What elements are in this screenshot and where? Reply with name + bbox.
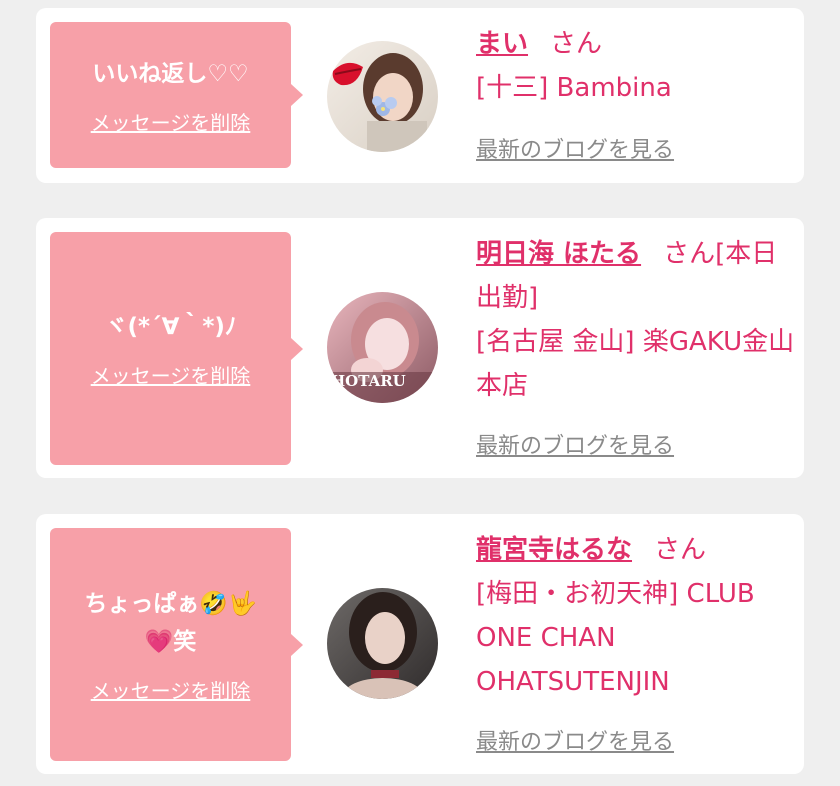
message-bubble: いいね返し♡♡ メッセージを削除 — [50, 22, 291, 168]
message-card: ヾ(*´∀｀*)ﾉ メッセージを削除 HOTARU 明日海 ほたる さん[本日出… — [36, 218, 804, 478]
avatar-caption: HOTARU — [331, 372, 406, 390]
user-name-link[interactable]: まい — [476, 29, 528, 59]
avatar-photo: HOTARU — [327, 292, 438, 403]
user-info: まい さん [十三] Bambina — [476, 22, 796, 110]
message-text: ちょっぱぁ🤣🤟💗笑 — [84, 591, 257, 655]
message-card: ちょっぱぁ🤣🤟💗笑 メッセージを削除 龍宮寺はるな さん [梅田・お初天神] C… — [36, 514, 804, 774]
user-name-link[interactable]: 龍宮寺はるな — [476, 535, 632, 565]
avatar[interactable]: HOTARU — [327, 292, 438, 403]
avatar-photo — [327, 588, 438, 699]
honorific: さん — [654, 535, 707, 565]
message-text: ヾ(*´∀｀*)ﾉ — [104, 314, 237, 340]
user-info: 明日海 ほたる さん[本日出勤] [名古屋 金山] 楽GAKU金山本店 — [476, 232, 796, 408]
avatar-photo — [327, 41, 438, 152]
message-list: いいね返し♡♡ メッセージを削除 まい さん [十三] Bambina 最新のブ… — [0, 0, 840, 786]
latest-blog-link[interactable]: 最新のブログを見る — [476, 724, 674, 756]
user-info: 龍宮寺はるな さん [梅田・お初天神] CLUB ONE CHAN OHATSUT… — [476, 528, 796, 704]
name-line: 明日海 ほたる さん[本日出勤] — [476, 232, 796, 320]
shop-name: [名古屋 金山] 楽GAKU金山本店 — [476, 327, 795, 401]
message-text: いいね返し♡♡ — [92, 60, 249, 87]
shop-name: [十三] Bambina — [476, 73, 672, 103]
message-bubble: ちょっぱぁ🤣🤟💗笑 メッセージを削除 — [50, 528, 291, 761]
shop-name: [梅田・お初天神] CLUB ONE CHAN OHATSUTENJIN — [476, 579, 755, 697]
honorific: さん — [550, 29, 603, 59]
message-bubble: ヾ(*´∀｀*)ﾉ メッセージを削除 — [50, 232, 291, 465]
latest-blog-link[interactable]: 最新のブログを見る — [476, 428, 674, 460]
name-line: まい さん — [476, 22, 796, 66]
user-name-link[interactable]: 明日海 ほたる — [476, 239, 641, 269]
delete-message-link[interactable]: メッセージを削除 — [91, 675, 251, 704]
avatar[interactable] — [327, 41, 438, 152]
name-line: 龍宮寺はるな さん — [476, 528, 796, 572]
delete-message-link[interactable]: メッセージを削除 — [91, 360, 251, 389]
delete-message-link[interactable]: メッセージを削除 — [91, 107, 251, 136]
avatar[interactable] — [327, 588, 438, 699]
message-card: いいね返し♡♡ メッセージを削除 まい さん [十三] Bambina 最新のブ… — [36, 8, 804, 183]
latest-blog-link[interactable]: 最新のブログを見る — [476, 132, 674, 164]
